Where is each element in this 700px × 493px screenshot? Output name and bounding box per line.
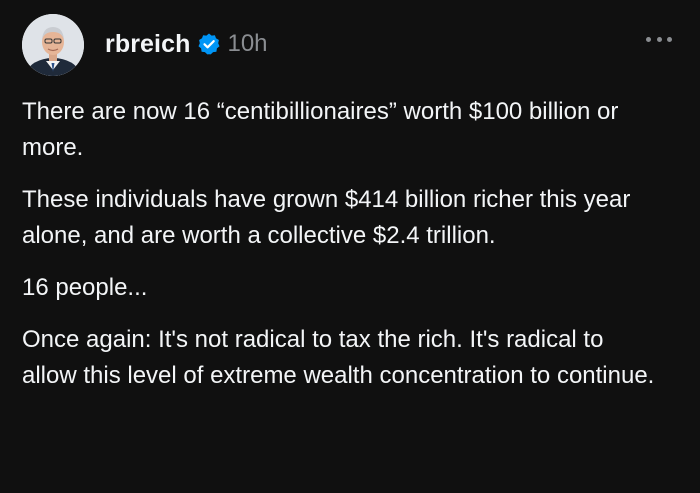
post-meta: rbreich 10h [105, 30, 268, 59]
post-body: There are now 16 “centibillionaires” wor… [22, 94, 662, 410]
post-card: rbreich 10h There are now 16 “centibilli… [0, 0, 700, 493]
post-paragraph-1: There are now 16 “centibillionaires” wor… [22, 98, 619, 161]
post-timestamp[interactable]: 10h [227, 30, 267, 58]
post-paragraph-3: 16 people... [22, 274, 148, 301]
dot [667, 36, 672, 42]
more-options-icon[interactable] [646, 34, 672, 44]
avatar[interactable] [22, 14, 84, 76]
post-header: rbreich 10h [22, 14, 268, 76]
post-paragraph-2: These individuals have grown $414 billio… [22, 186, 631, 249]
post-paragraph-4: Once again: It's not radical to tax the … [22, 326, 655, 389]
verified-badge-icon [197, 32, 221, 56]
dot [646, 36, 651, 42]
username-link[interactable]: rbreich [105, 30, 190, 59]
avatar-image [22, 14, 84, 76]
dot [656, 36, 662, 42]
